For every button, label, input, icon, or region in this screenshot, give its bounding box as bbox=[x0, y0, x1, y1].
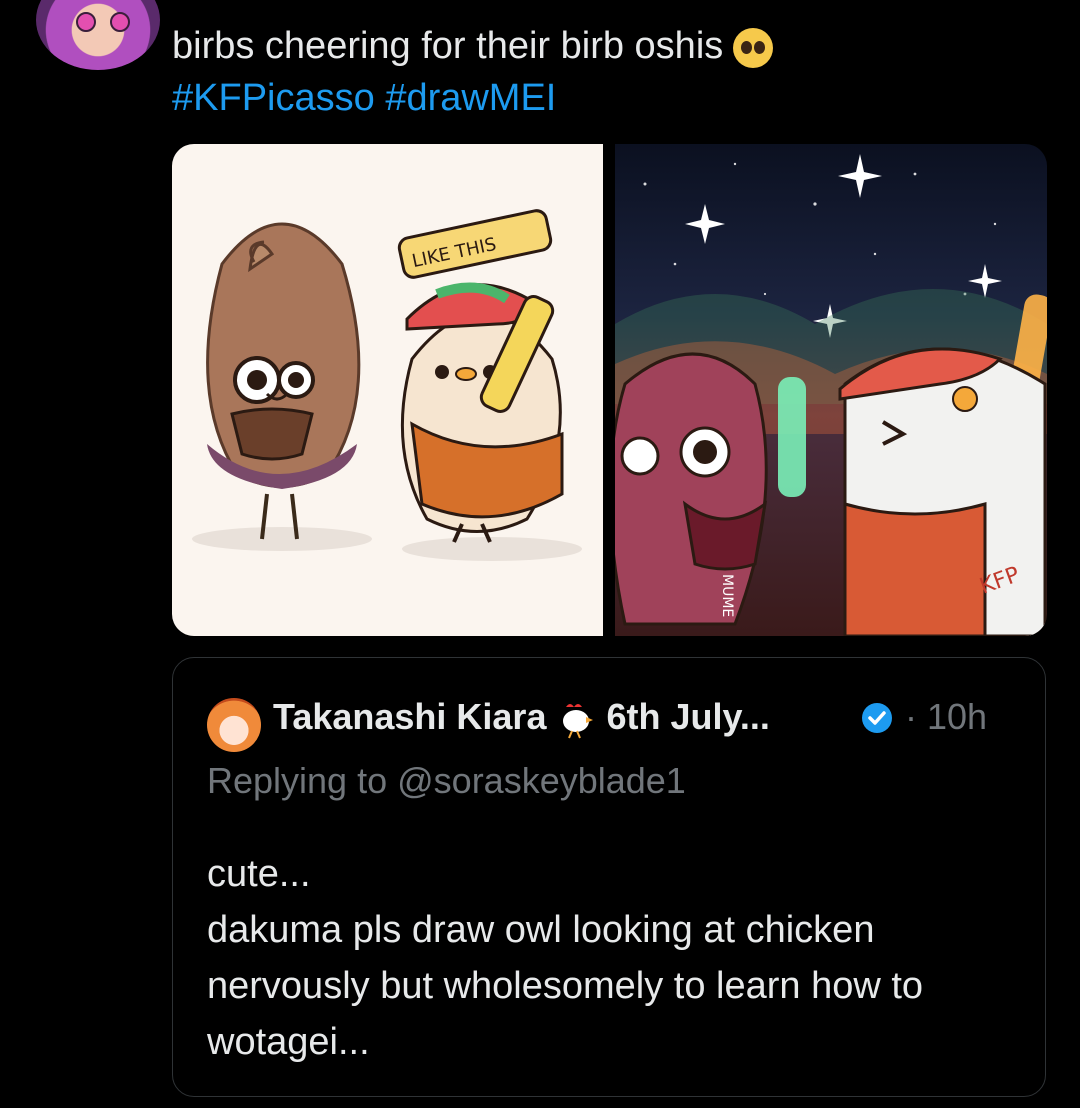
tweet-media[interactable]: LIKE THIS MUME KFP bbox=[172, 144, 1047, 636]
hashtag-link[interactable]: #KFPicasso bbox=[172, 77, 375, 119]
quoted-tweet-body: cute... dakuma pls draw owl looking at c… bbox=[207, 853, 924, 1063]
quoted-tweet[interactable]: Takanashi Kiara 6th July... · 10h Replyi… bbox=[172, 657, 1046, 1097]
quoted-timestamp[interactable]: · 10h bbox=[905, 696, 987, 738]
hashtag-link[interactable]: #drawMEI bbox=[385, 77, 556, 119]
avatar-eye bbox=[110, 12, 130, 32]
image-owl-and-chicken[interactable]: LIKE THIS bbox=[172, 144, 603, 636]
pleading-face-icon bbox=[733, 27, 774, 68]
avatar-eye bbox=[76, 12, 96, 32]
rooster-icon bbox=[563, 704, 594, 739]
replying-to: Replying to @soraskeyblade1 bbox=[207, 760, 686, 802]
quoted-author-name-text: Takanashi Kiara bbox=[273, 696, 547, 737]
tweet-line: birbs cheering for their birb oshis bbox=[172, 25, 724, 67]
tweet-text: birbs cheering for their birb oshis #KFP… bbox=[172, 20, 1052, 124]
quoted-author-name-suffix: 6th July... bbox=[606, 696, 770, 737]
reply-handle-link[interactable]: @soraskeyblade1 bbox=[397, 760, 686, 801]
replying-to-prefix: Replying to bbox=[207, 760, 388, 801]
author-avatar[interactable] bbox=[36, 0, 160, 70]
quoted-author-avatar[interactable] bbox=[207, 698, 261, 752]
author-header-cutoff bbox=[172, 0, 1032, 8]
verified-badge-icon bbox=[862, 703, 892, 733]
quoted-author-name[interactable]: Takanashi Kiara 6th July... bbox=[273, 696, 770, 739]
image-birbs-with-lightsticks[interactable]: MUME KFP bbox=[615, 144, 1047, 636]
lightstick-text: MUME bbox=[719, 574, 735, 617]
